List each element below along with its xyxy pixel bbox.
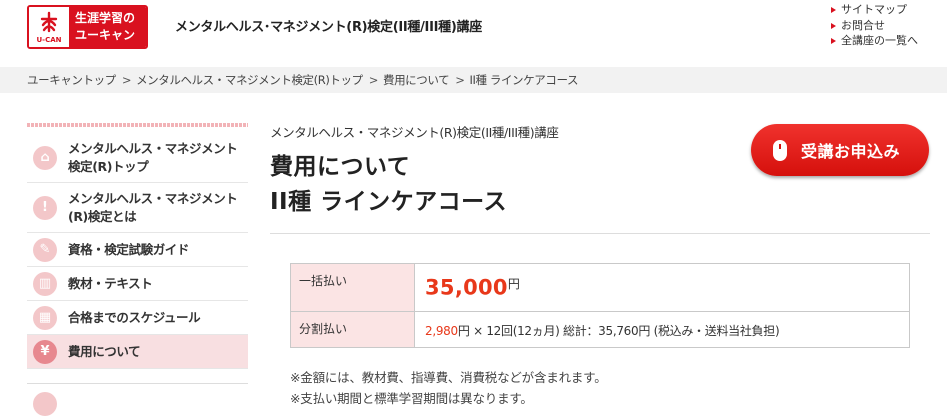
title-divider <box>270 233 930 234</box>
page-title-line2: II種 ラインケアコース <box>270 189 507 215</box>
sidebar-nav: ⌂ メンタルヘルス・マネジメント 検定(R)トップ ! メンタルヘルス・マネジメ… <box>27 123 248 416</box>
installment-detail: 円 × 12回(12ヵ月) 総計：35,760円 (税込み・送料当社負担) <box>457 324 780 338</box>
installment-cell: 2,980円 × 12回(12ヵ月) 総計：35,760円 (税込み・送料当社負… <box>414 311 910 348</box>
breadcrumb-exam-top[interactable]: メンタルヘルス・マネジメント検定(R)トップ <box>136 72 363 88</box>
ucan-logo[interactable]: U-CAN 生涯学習の ユーキャン <box>27 5 148 49</box>
logo-mark-text: U-CAN <box>36 36 62 44</box>
sidebar-next-icon <box>33 392 57 416</box>
sidebar-item-label-line2: 検定(R)トップ <box>68 158 149 174</box>
sidebar-item-label: 教材・テキスト <box>68 275 153 291</box>
table-row: 分割払い 2,980円 × 12回(12ヵ月) 総計：35,760円 (税込み・… <box>290 311 910 348</box>
site-title[interactable]: メンタルヘルス･マネジメント(R)検定(II種/III種)講座 <box>175 16 482 35</box>
lightbulb-icon: ! <box>33 195 57 220</box>
sidebar-item-materials[interactable]: ▥ 教材・テキスト <box>27 267 248 301</box>
installment-amount: 2,980 <box>425 324 458 338</box>
sidebar-item-exam-top[interactable]: ⌂ メンタルヘルス・マネジメント 検定(R)トップ <box>27 133 248 183</box>
breadcrumb-separator: > <box>368 73 379 87</box>
sitemap-link[interactable]: サイトマップ <box>830 2 918 18</box>
main-content: メンタルヘルス・マネジメント(R)検定(II種/III種)講座 費用について I… <box>270 122 930 406</box>
breadcrumb-ucan-top[interactable]: ユーキャントップ <box>27 72 116 88</box>
logo-mark: U-CAN <box>29 7 69 47</box>
fee-table: 一括払い 35,000円 分割払い 2,980円 × 12回(12ヵ月) 総計：… <box>290 263 910 348</box>
sidebar-item-schedule[interactable]: ▦ 合格までのスケジュール <box>27 301 248 335</box>
apply-button-label: 受講お申込み <box>801 142 901 161</box>
sidebar-item-exam-guide[interactable]: ✎ 資格・検定試験ガイド <box>27 233 248 267</box>
apply-button[interactable]: 受講お申込み <box>751 124 929 176</box>
breadcrumb-separator: > <box>455 73 465 87</box>
contact-link[interactable]: お問合せ <box>830 18 918 34</box>
note-line: ※金額には、教材費、指導費、消費税などが含まれます。 <box>290 370 607 385</box>
mouse-icon <box>773 139 787 161</box>
sidebar-item-label: 合格までのスケジュール <box>68 309 201 325</box>
yen-icon: ¥ <box>33 339 57 364</box>
home-icon: ⌂ <box>33 145 57 170</box>
sidebar-item-fees[interactable]: ¥ 費用について <box>27 335 248 369</box>
breadcrumb-fees[interactable]: 費用について <box>383 72 450 88</box>
lump-sum-label: 一括払い <box>290 263 415 312</box>
breadcrumb: ユーキャントップ > メンタルヘルス・マネジメント検定(R)トップ > 費用につ… <box>0 67 947 93</box>
logo-line1: 生涯学習の <box>75 11 136 25</box>
logo-text: 生涯学習の ユーキャン <box>69 7 146 47</box>
all-courses-link[interactable]: 全講座の一覧へ <box>830 33 918 49</box>
sidebar-item-about-exam[interactable]: ! メンタルヘルス・マネジメント (R)検定とは <box>27 183 248 233</box>
sidebar-item-label: 資格・検定試験ガイド <box>68 241 190 257</box>
sidebar-top-border <box>27 123 248 127</box>
logo-line2: ユーキャン <box>75 28 136 42</box>
sidebar-item-label-line1: メンタルヘルス・マネジメント <box>68 190 238 206</box>
fee-notes: ※金額には、教材費、指導費、消費税などが含まれます。 ※支払い期間と標準学習期間… <box>290 367 607 409</box>
breadcrumb-separator: > <box>121 73 132 87</box>
installment-label: 分割払い <box>290 311 415 348</box>
sidebar-item-label: メンタルヘルス・マネジメント 検定(R)トップ <box>68 140 238 176</box>
utility-links: サイトマップ お問合せ 全講座の一覧へ <box>830 2 918 49</box>
sidebar-item-label-line1: メンタルヘルス・マネジメント <box>68 140 238 156</box>
sidebar-item-label: 費用について <box>68 343 141 359</box>
calendar-icon: ▦ <box>33 305 57 330</box>
installment-text: 2,980円 × 12回(12ヵ月) 総計：35,760円 (税込み・送料当社負… <box>425 324 780 338</box>
book-icon: ▥ <box>33 271 57 296</box>
site-header: U-CAN 生涯学習の ユーキャン メンタルヘルス･マネジメント(R)検定(II… <box>0 0 947 66</box>
sidebar-item-label-line2: (R)検定とは <box>68 208 137 224</box>
lump-sum-cell: 35,000円 <box>414 263 910 312</box>
lump-sum-amount: 35,000 <box>425 275 508 300</box>
ucan-logo-icon <box>40 11 58 33</box>
note-line: ※支払い期間と標準学習期間は異なります。 <box>290 391 533 406</box>
lump-sum-yen: 円 <box>507 277 520 292</box>
table-row: 一括払い 35,000円 <box>290 263 910 312</box>
sidebar-item-label: メンタルヘルス・マネジメント (R)検定とは <box>68 190 238 226</box>
clipboard-icon: ✎ <box>33 237 57 262</box>
breadcrumb-current: II種 ラインケアコース <box>469 73 579 87</box>
sidebar-next-item-partial <box>27 383 248 416</box>
